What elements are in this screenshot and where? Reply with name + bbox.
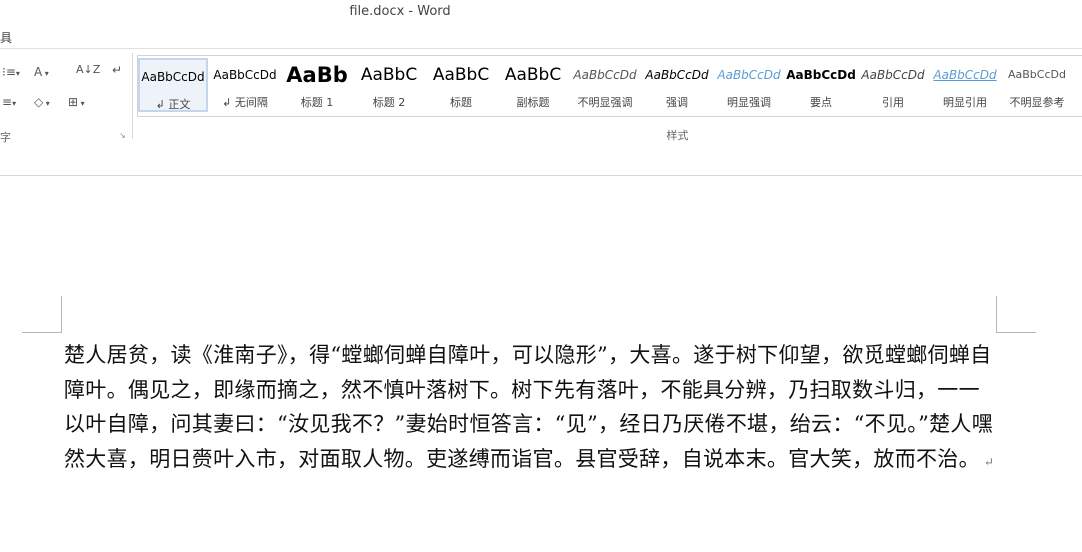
sort-icon[interactable]: A↓Z	[76, 63, 100, 76]
paragraph-mark: ↵	[983, 454, 995, 469]
window-title: file.docx - Word	[349, 4, 451, 19]
ribbon-tabs: 具	[0, 26, 1082, 48]
style-intense-emphasis[interactable]: AaBbCcDd 明显强调	[714, 58, 784, 112]
style-normal[interactable]: AaBbCcDd ↲ 正文	[138, 58, 208, 112]
paragraph-group-label: 字	[0, 131, 11, 144]
show-marks-icon[interactable]: ↵	[112, 63, 122, 77]
style-subtle-emphasis[interactable]: AaBbCcDd 不明显强调	[570, 58, 640, 112]
styles-group-label: 样式	[666, 129, 689, 142]
align-icon[interactable]: ≡▾	[2, 95, 16, 109]
style-quote[interactable]: AaBbCcDd 引用	[858, 58, 928, 112]
style-heading-2[interactable]: AaBbC 标题 2	[354, 58, 424, 112]
style-emphasis[interactable]: AaBbCcDd 强调	[642, 58, 712, 112]
crop-mark-left-vertical	[61, 296, 62, 332]
bullets-icon[interactable]: ⁝≡▾	[2, 65, 20, 79]
document-paragraph: 楚人居贫，读《淮南子》，得“螳螂伺蝉自障叶，可以隐形”，大喜。遂于树下仰望，欲觅…	[64, 343, 994, 471]
crop-mark-right-vertical	[996, 296, 997, 332]
styles-gallery: AaBbCcDd ↲ 正文 AaBbCcDd ↲ 无间隔 AaBb 标题 1 A…	[137, 55, 1082, 117]
style-subtle-reference[interactable]: AaBbCcDd 不明显参考	[1002, 58, 1072, 112]
document-canvas[interactable]: 楚人居贫，读《淮南子》，得“螳螂伺蝉自障叶，可以隐形”，大喜。遂于树下仰望，欲觅…	[0, 176, 1082, 552]
crop-mark-left-horizontal	[22, 332, 62, 333]
document-body[interactable]: 楚人居贫，读《淮南子》，得“螳螂伺蝉自障叶，可以隐形”，大喜。遂于树下仰望，欲觅…	[64, 338, 998, 479]
ruler-area	[0, 145, 1082, 176]
ribbon: ⁝≡▾ A ▾ A↓Z ↵ ≡▾ ◇ ▾ ⊞ ▾ 字 ↘ AaBbCcDd ↲ …	[0, 48, 1082, 146]
crop-mark-right-horizontal	[996, 332, 1036, 333]
style-intense-quote[interactable]: AaBbCcDd 明显引用	[930, 58, 1000, 112]
style-heading-1[interactable]: AaBb 标题 1	[282, 58, 352, 112]
style-subtitle[interactable]: AaBbC 副标题	[498, 58, 568, 112]
tab-fragment[interactable]: 具	[0, 29, 12, 46]
borders-icon[interactable]: ⊞ ▾	[68, 95, 85, 109]
shading-icon[interactable]: ◇ ▾	[34, 95, 50, 109]
style-no-spacing[interactable]: AaBbCcDd ↲ 无间隔	[210, 58, 280, 112]
style-title[interactable]: AaBbC 标题	[426, 58, 496, 112]
asian-layout-icon[interactable]: A ▾	[34, 65, 49, 79]
group-divider	[132, 53, 133, 139]
title-bar: file.docx - Word	[0, 0, 1082, 26]
dialog-launcher-icon[interactable]: ↘	[119, 131, 127, 140]
style-strong[interactable]: AaBbCcDd 要点	[786, 58, 856, 112]
